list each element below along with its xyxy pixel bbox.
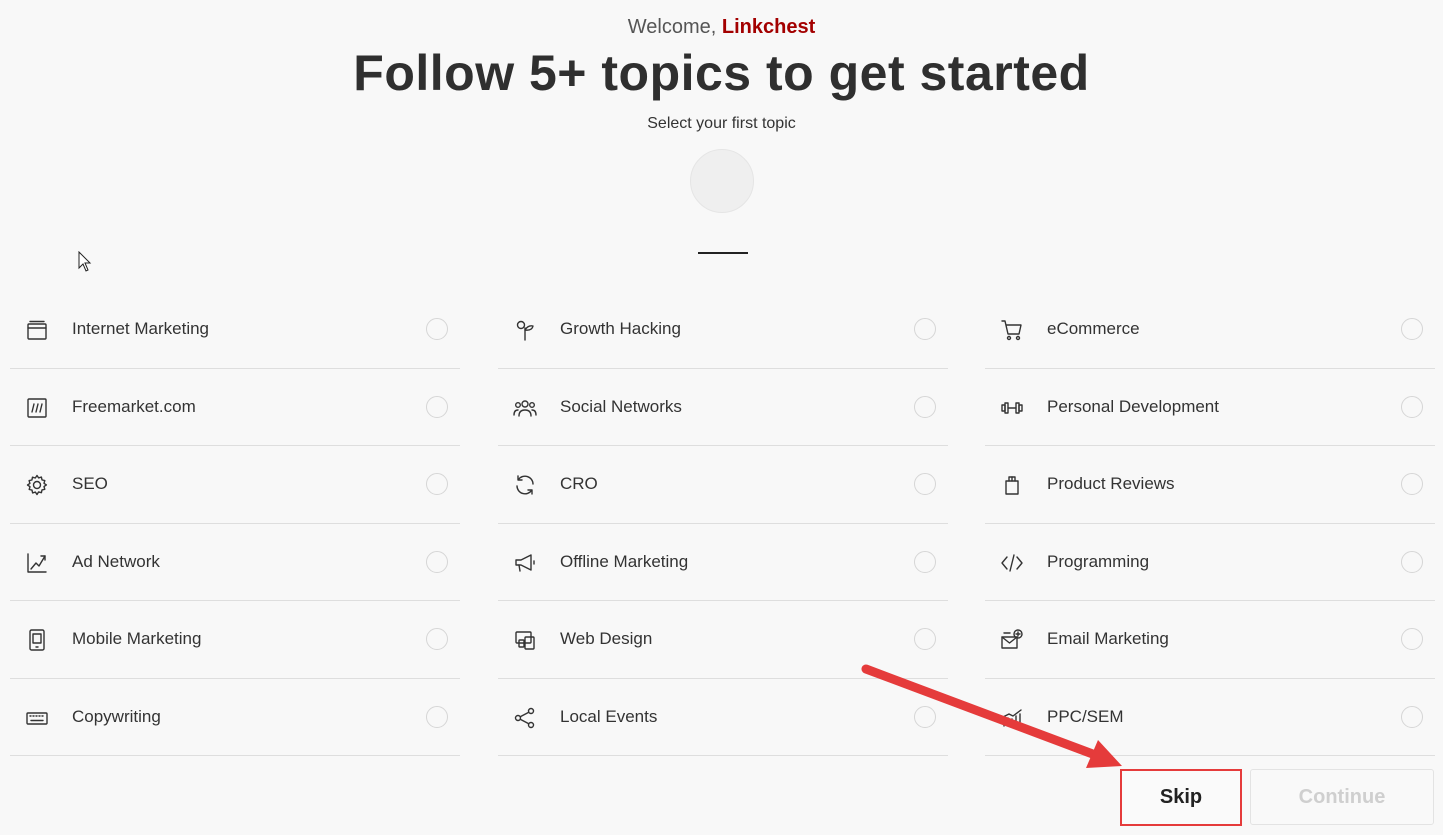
topic-column-3: eCommerce Personal Development Product R… (985, 291, 1435, 756)
topic-select-radio[interactable] (426, 705, 448, 728)
topic-select-radio[interactable] (1401, 705, 1423, 728)
topic-item-ad-network[interactable]: Ad Network (10, 524, 460, 601)
topic-label: Ad Network (72, 551, 160, 571)
code-icon (999, 550, 1025, 576)
topic-label: Product Reviews (1047, 474, 1175, 493)
topic-select-radio[interactable] (914, 395, 936, 418)
chart-up-icon (24, 550, 50, 576)
share-icon (512, 705, 538, 731)
gear-icon (24, 472, 50, 498)
topic-label: SEO (72, 474, 108, 493)
topic-label: Copywriting (72, 706, 161, 726)
topic-select-radio[interactable] (1401, 550, 1423, 573)
topic-item-email-marketing[interactable]: Email Marketing (985, 601, 1435, 679)
topic-item-mobile-marketing[interactable]: Mobile Marketing (10, 601, 460, 679)
topic-item-internet-marketing[interactable]: Internet Marketing (10, 291, 460, 369)
ppc-chart-icon (999, 705, 1025, 731)
continue-button[interactable]: Continue (1250, 769, 1434, 825)
topic-item-product-reviews[interactable]: Product Reviews (985, 446, 1435, 524)
topic-item-cro[interactable]: CRO (498, 446, 948, 524)
mobile-icon (24, 627, 50, 653)
mouse-cursor-icon (78, 251, 92, 272)
topic-item-social-networks[interactable]: Social Networks (498, 369, 948, 446)
megaphone-icon (512, 550, 538, 576)
topic-item-growth-hacking[interactable]: Growth Hacking (498, 291, 948, 369)
topic-label: Social Networks (560, 396, 682, 416)
topic-select-radio[interactable] (914, 473, 936, 495)
refresh-icon (512, 472, 538, 498)
topic-label: Programming (1047, 551, 1150, 571)
page-title: Follow 5+ topics to get started (353, 45, 1090, 101)
topic-item-seo[interactable]: SEO (10, 446, 460, 524)
topic-select-radio[interactable] (426, 473, 448, 495)
topic-label: Mobile Marketing (72, 629, 202, 648)
topic-select-radio[interactable] (426, 550, 448, 573)
topic-label: Email Marketing (1047, 629, 1169, 648)
topic-label: Local Events (560, 706, 658, 726)
topic-placeholder-circle (690, 149, 754, 213)
topic-item-ecommerce[interactable]: eCommerce (985, 291, 1435, 369)
topic-select-radio[interactable] (1401, 473, 1423, 495)
topic-label: Personal Development (1047, 396, 1219, 416)
topic-item-ppc-sem[interactable]: PPC/SEM (985, 679, 1435, 756)
topic-label: Growth Hacking (560, 319, 681, 338)
topic-item-programming[interactable]: Programming (985, 524, 1435, 601)
topic-item-offline-marketing[interactable]: Offline Marketing (498, 524, 948, 601)
topic-item-web-design[interactable]: Web Design (498, 601, 948, 679)
slash-box-icon (24, 395, 50, 421)
topic-select-radio[interactable] (1401, 395, 1423, 418)
brand-name: Linkchest (721, 16, 816, 38)
topic-label: eCommerce (1047, 319, 1140, 338)
topic-label: Internet Marketing (72, 319, 210, 338)
dumbbell-icon (999, 395, 1025, 421)
topic-column-2: Growth Hacking Social Networks CRO Offli… (498, 291, 948, 756)
topic-label: Offline Marketing (560, 551, 689, 571)
topic-select-radio[interactable] (426, 318, 448, 340)
topic-select-radio[interactable] (426, 628, 448, 650)
topic-select-radio[interactable] (914, 628, 936, 650)
topic-select-radio[interactable] (1401, 318, 1423, 340)
cart-icon (999, 317, 1025, 343)
topic-select-radio[interactable] (914, 318, 936, 340)
box-icon (999, 472, 1025, 498)
topic-item-freemarket[interactable]: Freemarket.com (10, 369, 460, 446)
topic-label: Freemarket.com (72, 396, 196, 416)
users-icon (512, 395, 538, 421)
progress-underline (698, 252, 748, 254)
devices-icon (512, 627, 538, 653)
page-subtitle: Select your first topic (647, 115, 796, 132)
topic-item-personal-development[interactable]: Personal Development (985, 369, 1435, 446)
topic-item-copywriting[interactable]: Copywriting (10, 679, 460, 756)
welcome-prefix: Welcome, (627, 16, 717, 38)
topic-label: PPC/SEM (1047, 706, 1124, 726)
topic-select-radio[interactable] (914, 705, 936, 728)
email-add-icon (999, 627, 1025, 653)
topic-label: Web Design (560, 629, 653, 648)
topic-select-radio[interactable] (914, 550, 936, 573)
topic-item-local-events[interactable]: Local Events (498, 679, 948, 756)
sprout-icon (512, 317, 538, 343)
keyboard-icon (24, 705, 50, 731)
topic-select-radio[interactable] (1401, 628, 1423, 650)
browser-window-icon (24, 317, 50, 343)
skip-button[interactable]: Skip (1120, 769, 1242, 826)
topic-select-radio[interactable] (426, 395, 448, 418)
topic-label: CRO (560, 474, 598, 493)
topic-column-1: Internet Marketing Freemarket.com SEO Ad… (10, 291, 460, 756)
welcome-line: Welcome, Linkchest (0, 16, 1443, 39)
